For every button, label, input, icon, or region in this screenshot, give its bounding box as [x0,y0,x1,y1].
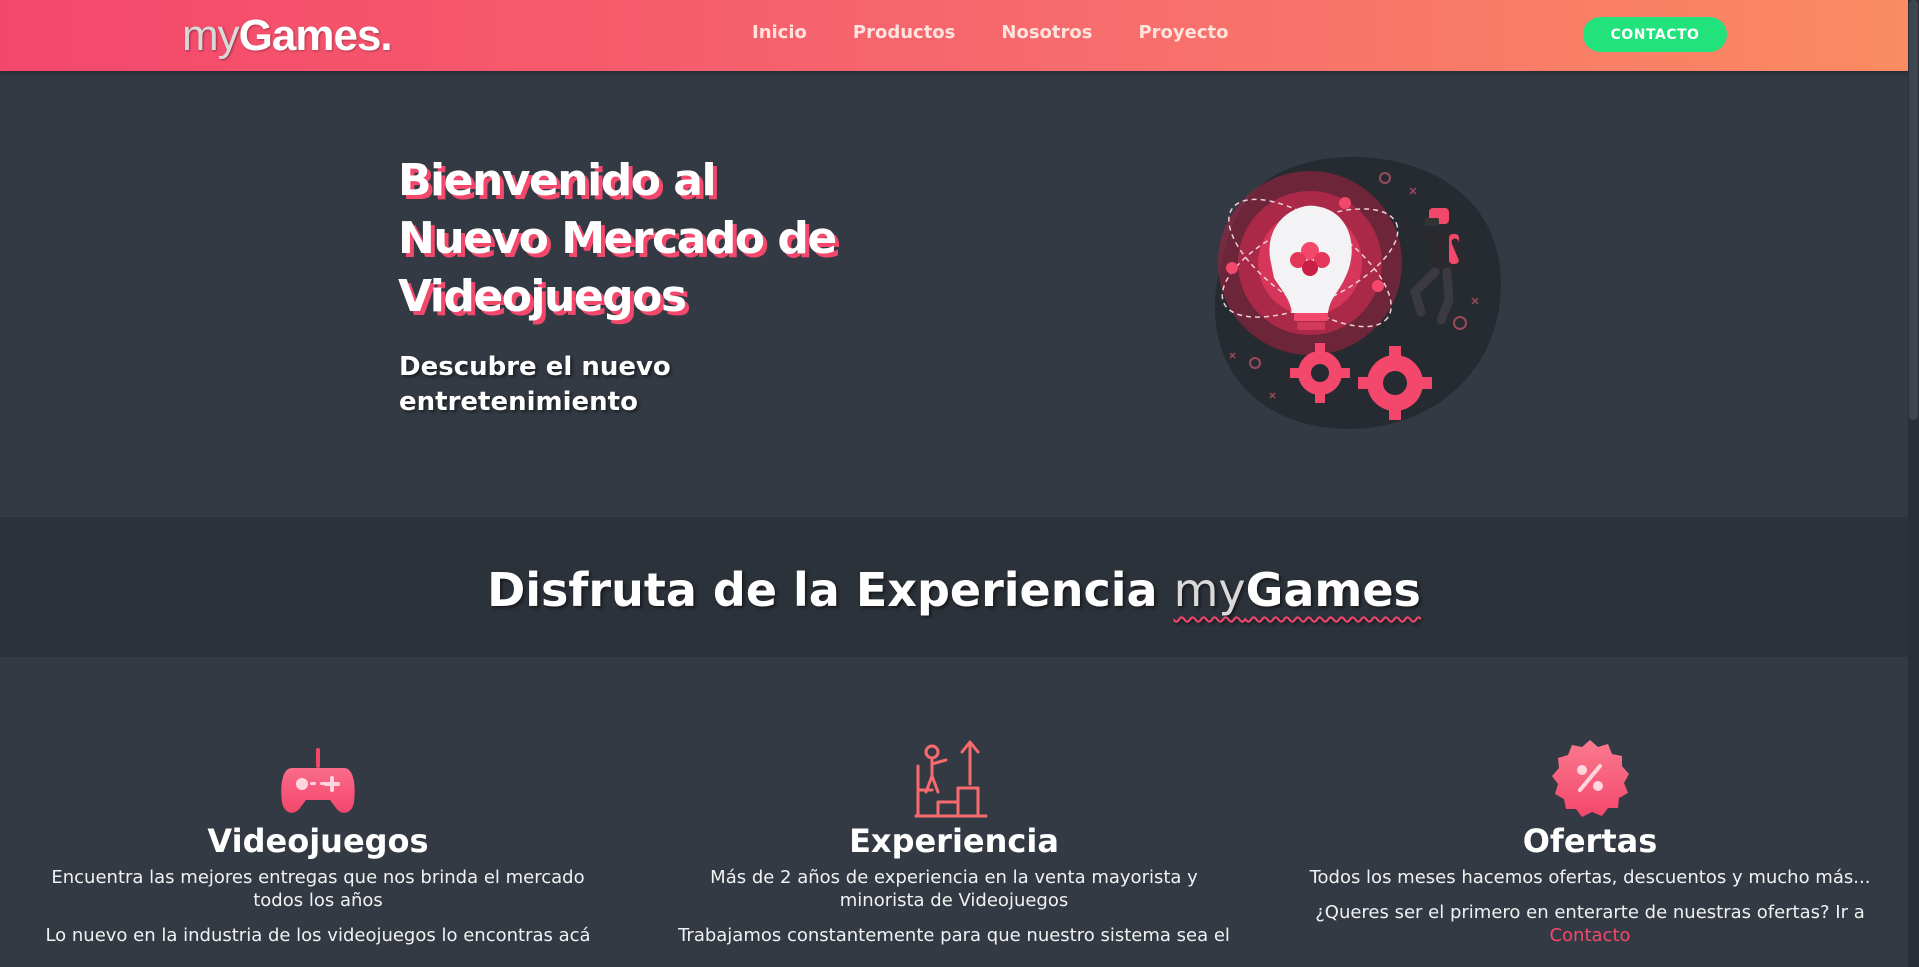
brand-games: Games. [238,11,393,60]
gamepad-icon [33,740,603,818]
feature-title: Experiencia [849,822,1059,860]
nav-links: Inicio Productos Nosotros Proyecto [752,22,1275,43]
feature-title: Ofertas [1522,822,1658,860]
nav-link-inicio[interactable]: Inicio [752,22,807,43]
ofertas-cta-text: ¿Queres ser el primero en enterarte de n… [1315,902,1865,923]
band-title-prefix: Disfruta de la Experiencia [487,563,1174,617]
brand-logo[interactable]: myGames. [182,10,393,62]
growth-stairs-icon [669,740,1239,818]
navbar: myGames. Inicio Productos Nosotros Proye… [0,0,1908,71]
feature-text: Más de 2 años de experiencia en la venta… [710,867,1198,911]
feature-text-secondary: Lo nuevo en la industria de los videojue… [45,925,591,946]
hero-title-line-3: Videojuegos [398,271,687,322]
nav-link-productos[interactable]: Productos [853,22,956,43]
hero-title-line-1: Bienvenido al [398,155,717,206]
page-scrollbar[interactable] [1908,0,1919,967]
feature-text-secondary: ¿Queres ser el primero en enterarte de n… [1305,901,1875,947]
band-title-brand: myGames [1174,563,1421,617]
band-title: Disfruta de la Experiencia myGames [0,563,1908,617]
contact-link[interactable]: Contacto [1549,925,1630,946]
feature-title: Videojuegos [207,822,429,860]
contact-button[interactable]: CONTACTO [1583,17,1727,52]
band-brand-games: Games [1245,563,1421,617]
feature-text: Encuentra las mejores entregas que nos b… [51,867,585,911]
discount-badge-icon [1305,740,1875,818]
feature-text-secondary: Trabajamos constantemente para que nuest… [678,925,1230,946]
hero-subtitle: Descubre el nuevo entretenimiento [399,352,671,417]
hero-title-line-2: Nuevo Mercado de [398,213,837,264]
hero-illustration [1210,148,1510,434]
scrollbar-thumb[interactable] [1909,0,1918,420]
feature-experiencia: Experiencia Más de 2 años de experiencia… [669,740,1239,947]
feature-ofertas: Ofertas Todos los meses hacemos ofertas,… [1305,740,1875,947]
feature-videojuegos: Videojuegos Encuentra las mejores entreg… [33,740,603,947]
brand-my: my [182,11,240,60]
hero-title: Bienvenido al Nuevo Mercado de Videojueg… [398,152,878,326]
nav-link-nosotros[interactable]: Nosotros [1001,22,1092,43]
band-brand-my: my [1173,563,1246,617]
nav-link-proyecto[interactable]: Proyecto [1138,22,1228,43]
feature-text: Todos los meses hacemos ofertas, descuen… [1309,867,1871,888]
lightbulb-gamer-illustration [1214,156,1501,429]
